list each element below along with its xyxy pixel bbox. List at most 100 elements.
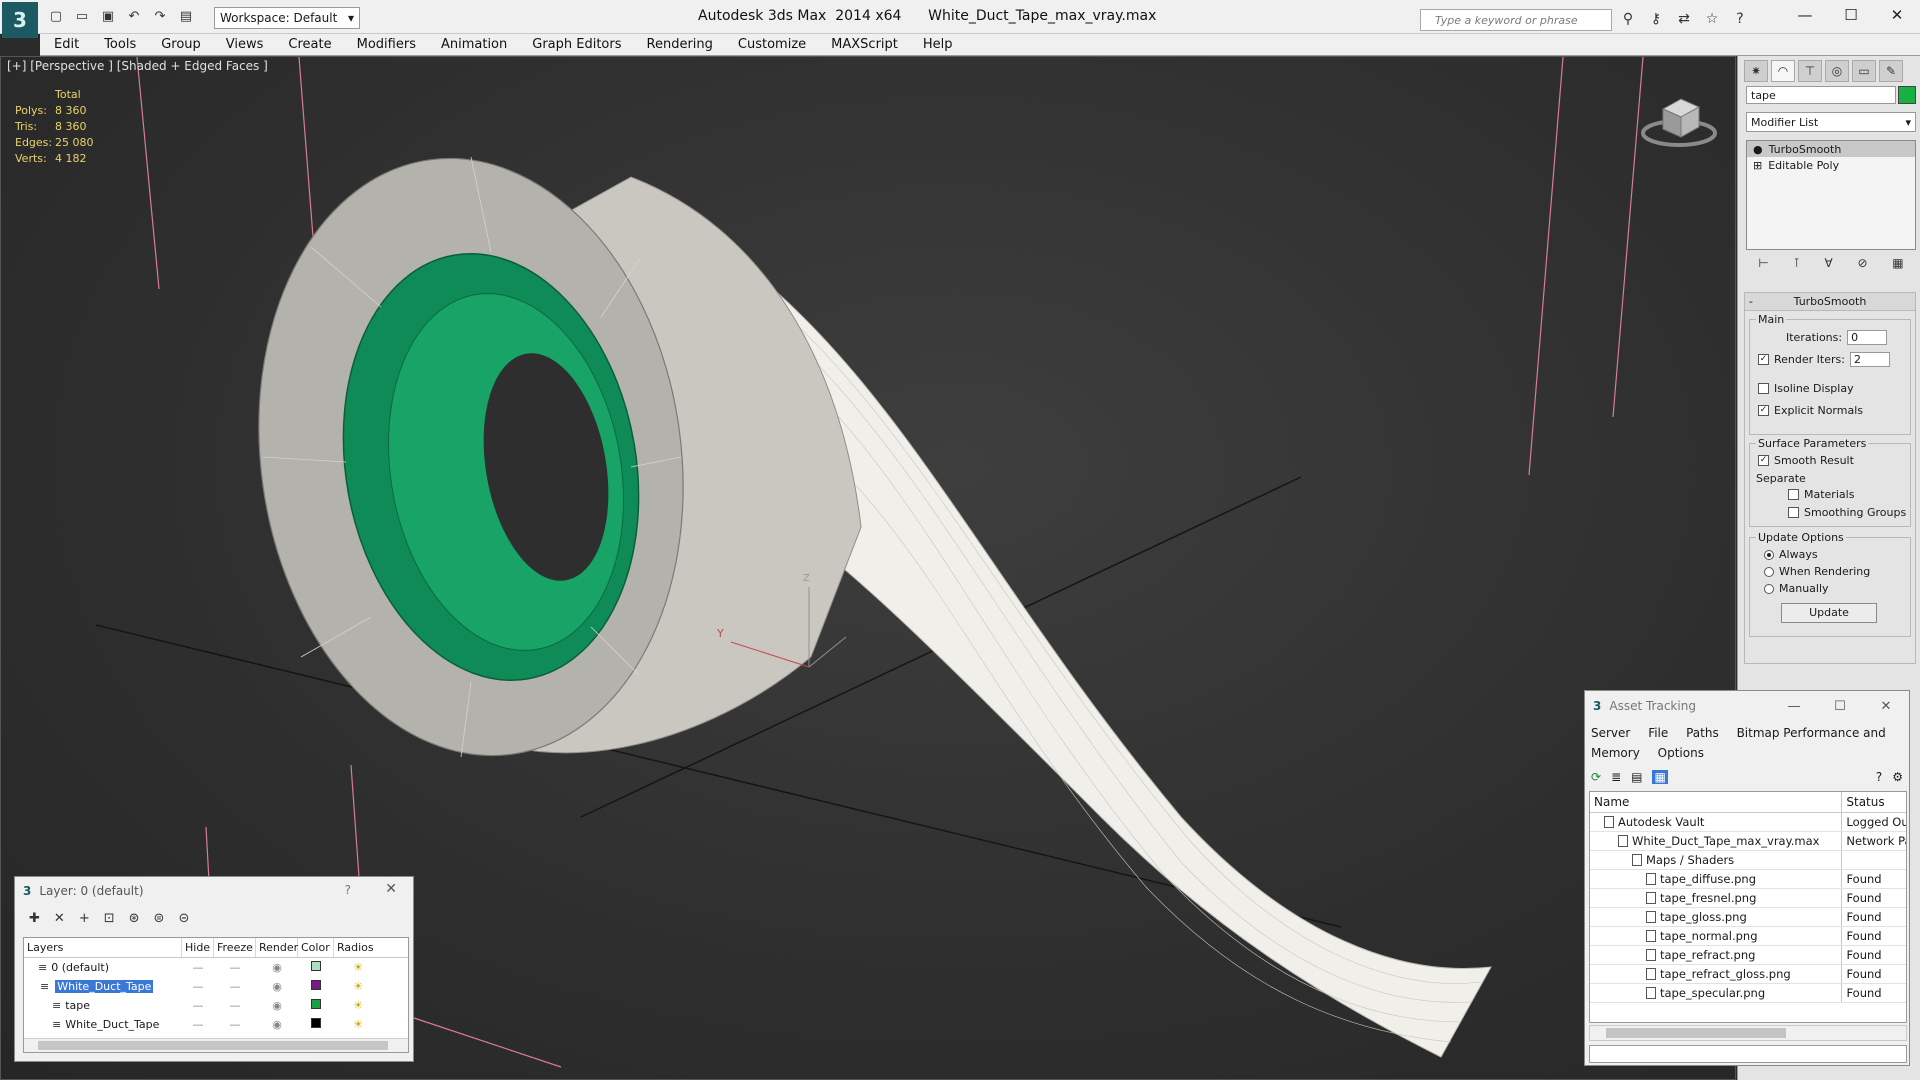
asset-row[interactable]: tape_gloss.png Found: [1590, 908, 1906, 927]
hide-toggle[interactable]: —: [182, 1018, 214, 1031]
favorites-star-icon[interactable]: ☆: [1702, 9, 1722, 29]
menu-server[interactable]: Server: [1591, 726, 1630, 740]
maximize-icon[interactable]: ☐: [1817, 691, 1863, 721]
freeze-toggle[interactable]: —: [214, 1018, 256, 1031]
menu-tools[interactable]: Tools: [104, 37, 136, 52]
modifier-list-dropdown[interactable]: Modifier List ▾: [1746, 112, 1916, 132]
make-unique-icon[interactable]: ∀: [1825, 256, 1833, 278]
render-iters-checkbox[interactable]: ✓: [1758, 354, 1769, 365]
binoculars-icon[interactable]: ⚲: [1618, 9, 1638, 29]
col-render[interactable]: Render: [256, 938, 298, 957]
menu-bitmap-performance[interactable]: Bitmap Performance and Memory: [1591, 726, 1886, 760]
menu-animation[interactable]: Animation: [441, 37, 507, 52]
when-rendering-radio[interactable]: [1764, 566, 1774, 577]
help-icon[interactable]: ?: [1876, 770, 1882, 784]
expand-plus-icon[interactable]: ⊞: [1753, 159, 1762, 172]
iterations-spinner[interactable]: 0: [1847, 330, 1888, 345]
col-freeze[interactable]: Freeze: [214, 938, 256, 957]
modify-tab-icon[interactable]: ◠: [1771, 60, 1795, 82]
freeze-toggle[interactable]: —: [214, 980, 256, 993]
col-name[interactable]: Name: [1590, 792, 1843, 812]
render-toggle[interactable]: ◉: [256, 961, 298, 974]
minimize-icon[interactable]: —: [1782, 0, 1828, 30]
show-end-result-icon[interactable]: ⊺: [1794, 256, 1800, 278]
menu-customize[interactable]: Customize: [738, 37, 806, 52]
render-toggle[interactable]: ◉: [256, 980, 298, 993]
menu-options[interactable]: Options: [1658, 746, 1704, 760]
select-objects-icon[interactable]: ⊡: [104, 911, 115, 926]
menu-maxscript[interactable]: MAXScript: [831, 37, 898, 52]
layer-row[interactable]: ≡ 0 (default) — — ◉ ☀: [24, 958, 408, 977]
menu-edit[interactable]: Edit: [54, 37, 79, 52]
motion-tab-icon[interactable]: ◎: [1825, 60, 1849, 82]
radiosity-icon[interactable]: ☀: [334, 980, 382, 993]
maximize-icon[interactable]: ☐: [1828, 0, 1874, 30]
asset-tracking-titlebar[interactable]: 3 Asset Tracking — ☐ ✕: [1585, 691, 1909, 721]
display-tab-icon[interactable]: ▭: [1852, 60, 1876, 82]
menu-help[interactable]: Help: [923, 37, 953, 52]
open-file-icon[interactable]: ▭: [72, 6, 92, 26]
asset-row[interactable]: White_Duct_Tape_max_vray.max Network Pa: [1590, 832, 1906, 851]
asset-row[interactable]: tape_fresnel.png Found: [1590, 889, 1906, 908]
delete-layer-icon[interactable]: ✕: [54, 911, 65, 926]
scroll-thumb[interactable]: [38, 1041, 388, 1050]
menu-file[interactable]: File: [1648, 726, 1668, 740]
utilities-tab-icon[interactable]: ✎: [1879, 60, 1903, 82]
materials-checkbox[interactable]: [1788, 489, 1799, 500]
undo-icon[interactable]: ↶: [124, 6, 144, 26]
search-input[interactable]: Type a keyword or phrase: [1420, 9, 1612, 31]
viewcube[interactable]: [1641, 85, 1721, 155]
radiosity-icon[interactable]: ☀: [334, 999, 382, 1012]
asset-row[interactable]: tape_specular.png Found: [1590, 984, 1906, 1003]
pin-stack-icon[interactable]: ⊢: [1758, 256, 1768, 278]
menu-paths[interactable]: Paths: [1686, 726, 1719, 740]
col-layers[interactable]: Layers: [24, 938, 182, 957]
freeze-toggle[interactable]: —: [214, 961, 256, 974]
asset-row[interactable]: tape_normal.png Found: [1590, 927, 1906, 946]
layer-color-swatch[interactable]: [311, 961, 321, 971]
app-logo-button[interactable]: 3: [2, 2, 38, 38]
layer-color-swatch[interactable]: [311, 999, 321, 1009]
layer-row[interactable]: ≡ tape — — ◉ ☀: [24, 996, 408, 1015]
new-file-icon[interactable]: ▢: [46, 6, 66, 26]
settings-icon[interactable]: ⚙: [1892, 770, 1903, 784]
table-view-icon[interactable]: ▦: [1652, 770, 1668, 784]
viewport-label[interactable]: [+] [Perspective ] [Shaded + Edged Faces…: [7, 59, 268, 73]
menu-views[interactable]: Views: [226, 37, 264, 52]
explicit-normals-checkbox[interactable]: ✓: [1758, 405, 1769, 416]
project-folder-icon[interactable]: ▤: [176, 6, 196, 26]
menu-rendering[interactable]: Rendering: [647, 37, 713, 52]
col-radiosity[interactable]: Radios: [334, 938, 382, 957]
freeze-all-icon[interactable]: ⊝: [178, 911, 189, 926]
detail-view-icon[interactable]: ▤: [1631, 770, 1642, 784]
asset-row[interactable]: tape_diffuse.png Found: [1590, 870, 1906, 889]
create-layer-icon[interactable]: ✚: [29, 911, 40, 926]
layer-color-swatch[interactable]: [311, 1018, 321, 1028]
menu-modifiers[interactable]: Modifiers: [357, 37, 416, 52]
scroll-thumb[interactable]: [1606, 1028, 1786, 1038]
layer-color-cell[interactable]: [298, 980, 334, 993]
object-color-swatch[interactable]: [1898, 86, 1916, 104]
smooth-result-checkbox[interactable]: ✓: [1758, 455, 1769, 466]
menu-create[interactable]: Create: [288, 37, 331, 52]
hide-toggle[interactable]: —: [182, 980, 214, 993]
render-iters-spinner[interactable]: 2: [1849, 352, 1890, 367]
refresh-icon[interactable]: ⟳: [1591, 770, 1601, 784]
freeze-toggle[interactable]: —: [214, 999, 256, 1012]
manually-radio[interactable]: [1764, 583, 1774, 594]
connect-icon[interactable]: ⇄: [1674, 9, 1694, 29]
close-icon[interactable]: ✕: [385, 881, 397, 897]
lightbulb-icon[interactable]: ●: [1753, 143, 1763, 156]
hide-toggle[interactable]: —: [182, 961, 214, 974]
key-icon[interactable]: ⚷: [1646, 9, 1666, 29]
col-status[interactable]: Status: [1842, 792, 1906, 812]
help-icon[interactable]: ?: [345, 883, 351, 897]
close-icon[interactable]: ✕: [1863, 691, 1909, 721]
save-icon[interactable]: ▣: [98, 6, 118, 26]
remove-modifier-icon[interactable]: ⊘: [1857, 256, 1867, 278]
help-icon[interactable]: ?: [1730, 9, 1750, 29]
radiosity-icon[interactable]: ☀: [334, 1018, 382, 1031]
col-hide[interactable]: Hide: [182, 938, 214, 957]
isoline-checkbox[interactable]: [1758, 383, 1769, 394]
add-to-layer-icon[interactable]: +: [79, 911, 90, 926]
